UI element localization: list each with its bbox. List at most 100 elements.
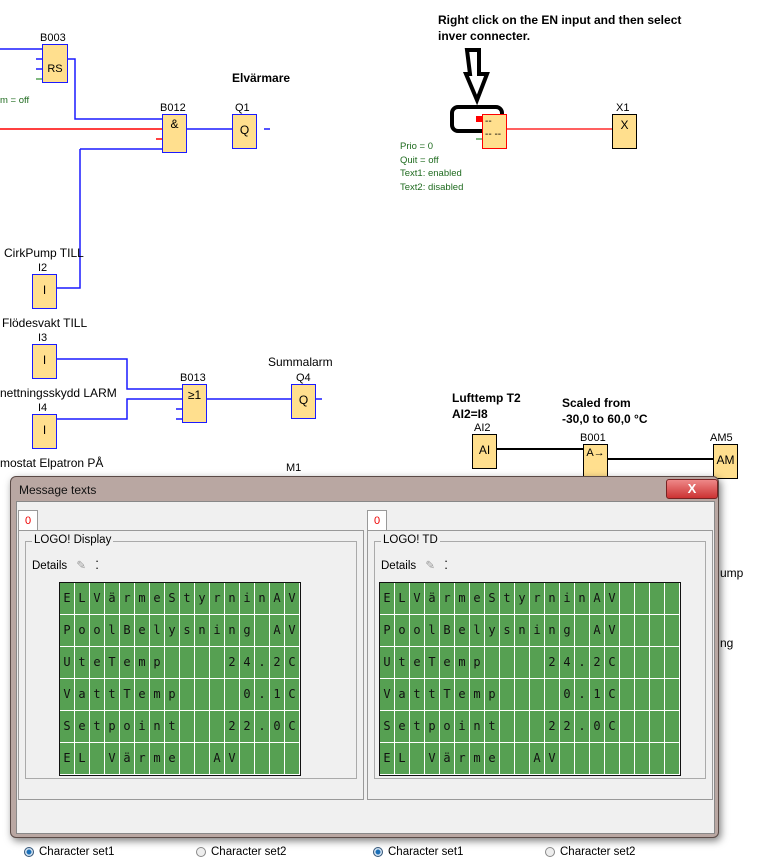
lcd-cell[interactable]: A — [530, 743, 545, 775]
lcd-cell[interactable]: U — [380, 647, 395, 679]
lcd-cell[interactable] — [180, 647, 195, 679]
lcd-cell[interactable]: m — [470, 743, 485, 775]
lcd-cell[interactable]: p — [105, 711, 120, 743]
lcd-cell[interactable]: t — [410, 679, 425, 711]
lcd-cell[interactable]: ä — [120, 743, 135, 775]
lcd-cell[interactable] — [225, 679, 240, 711]
lcd-cell[interactable] — [620, 615, 635, 647]
lcd-cell[interactable]: m — [150, 679, 165, 711]
lcd-cell[interactable]: e — [440, 647, 455, 679]
lcd-cell[interactable] — [515, 647, 530, 679]
lcd-cell[interactable]: y — [485, 615, 500, 647]
lcd-cell[interactable]: E — [380, 583, 395, 615]
lcd-cell[interactable]: P — [380, 615, 395, 647]
lcd-cell[interactable]: C — [605, 647, 620, 679]
lcd-cell[interactable]: r — [455, 743, 470, 775]
lcd-cell[interactable] — [665, 615, 680, 647]
lcd-cell[interactable]: r — [440, 583, 455, 615]
edit-icon[interactable]: ✎ — [425, 560, 435, 572]
lcd-cell[interactable]: e — [90, 647, 105, 679]
lcd-cell[interactable] — [665, 711, 680, 743]
lcd-cell[interactable]: . — [575, 679, 590, 711]
lcd-cell[interactable]: y — [195, 583, 210, 615]
lcd-cell[interactable]: t — [500, 583, 515, 615]
lcd-cell[interactable]: n — [470, 711, 485, 743]
lcd-cell[interactable]: t — [90, 679, 105, 711]
lcd-cell[interactable] — [650, 743, 665, 775]
lcd-cell[interactable]: A — [270, 583, 285, 615]
lcd-cell[interactable]: n — [515, 615, 530, 647]
lcd-cell[interactable]: 4 — [240, 647, 255, 679]
lcd-cell[interactable]: p — [485, 679, 500, 711]
lcd-cell[interactable]: l — [105, 615, 120, 647]
lcd-cell[interactable]: S — [485, 583, 500, 615]
lcd-cell[interactable]: 2 — [560, 711, 575, 743]
lcd-cell[interactable] — [500, 647, 515, 679]
lcd-cell[interactable]: T — [425, 647, 440, 679]
lcd-cell[interactable] — [165, 647, 180, 679]
lcd-cell[interactable] — [665, 679, 680, 711]
lcd-cell[interactable]: V — [60, 679, 75, 711]
lcd-cell[interactable] — [180, 679, 195, 711]
lcd-cell[interactable] — [240, 743, 255, 775]
lcd-cell[interactable] — [650, 647, 665, 679]
lcd-cell[interactable]: r — [135, 743, 150, 775]
lcd-cell[interactable]: e — [455, 679, 470, 711]
lcd-cell[interactable]: n — [255, 583, 270, 615]
lcd-cell[interactable]: 2 — [590, 647, 605, 679]
analog-input-block[interactable]: AI — [472, 434, 497, 469]
lcd-cell[interactable] — [210, 647, 225, 679]
lcd-cell[interactable]: V — [225, 743, 240, 775]
input-block-i3[interactable]: I — [32, 344, 57, 379]
lcd-cell[interactable]: e — [150, 583, 165, 615]
lcd-cell[interactable] — [500, 743, 515, 775]
lcd-cell[interactable]: r — [120, 583, 135, 615]
lcd-cell[interactable] — [500, 711, 515, 743]
input-block-i4[interactable]: I — [32, 414, 57, 449]
lcd-cell[interactable]: o — [395, 615, 410, 647]
lcd-cell[interactable]: 2 — [240, 711, 255, 743]
close-button[interactable]: X — [666, 479, 718, 499]
lcd-cell[interactable]: V — [605, 583, 620, 615]
lcd-cell[interactable]: V — [425, 743, 440, 775]
lcd-cell[interactable]: e — [470, 583, 485, 615]
lcd-cell[interactable]: T — [105, 647, 120, 679]
lcd-cell[interactable] — [635, 679, 650, 711]
lcd-cell[interactable]: . — [575, 711, 590, 743]
lcd-cell[interactable]: y — [165, 615, 180, 647]
rs-block[interactable]: RS — [42, 44, 68, 83]
lcd-cell[interactable]: e — [395, 711, 410, 743]
lcd-cell[interactable] — [270, 743, 285, 775]
lcd-cell[interactable] — [650, 615, 665, 647]
lcd-cell[interactable]: o — [75, 615, 90, 647]
lcd-cell[interactable]: p — [150, 647, 165, 679]
lcd-cell[interactable]: V — [105, 743, 120, 775]
lcd-cell[interactable]: i — [455, 711, 470, 743]
lcd-cell[interactable]: . — [255, 711, 270, 743]
lcd-cell[interactable]: ä — [425, 583, 440, 615]
lcd-cell[interactable]: L — [75, 743, 90, 775]
lcd-cell[interactable]: t — [425, 679, 440, 711]
lcd-cell[interactable]: n — [225, 615, 240, 647]
lcd-cell[interactable] — [620, 711, 635, 743]
lcd-cell[interactable]: V — [545, 743, 560, 775]
lcd-cell[interactable]: E — [380, 743, 395, 775]
lcd-cell[interactable]: S — [60, 711, 75, 743]
lcd-cell[interactable]: 1 — [590, 679, 605, 711]
lcd-cell[interactable] — [180, 711, 195, 743]
lcd-cell[interactable]: i — [560, 583, 575, 615]
lcd-cell[interactable]: n — [545, 583, 560, 615]
radio-character-set1[interactable]: Character set1 — [373, 846, 463, 858]
lcd-cell[interactable]: t — [410, 711, 425, 743]
lcd-cell[interactable]: C — [605, 711, 620, 743]
lcd-cell[interactable]: C — [605, 679, 620, 711]
lcd-cell[interactable]: t — [90, 711, 105, 743]
lcd-cell[interactable]: V — [285, 615, 300, 647]
lcd-cell[interactable]: 0 — [590, 711, 605, 743]
lcd-cell[interactable] — [620, 679, 635, 711]
lcd-cell[interactable] — [285, 743, 300, 775]
message-text-block[interactable]: -- -- -- — [482, 114, 507, 149]
lcd-cell[interactable]: S — [380, 711, 395, 743]
lcd-cell[interactable]: E — [60, 743, 75, 775]
lcd-cell[interactable] — [90, 743, 105, 775]
